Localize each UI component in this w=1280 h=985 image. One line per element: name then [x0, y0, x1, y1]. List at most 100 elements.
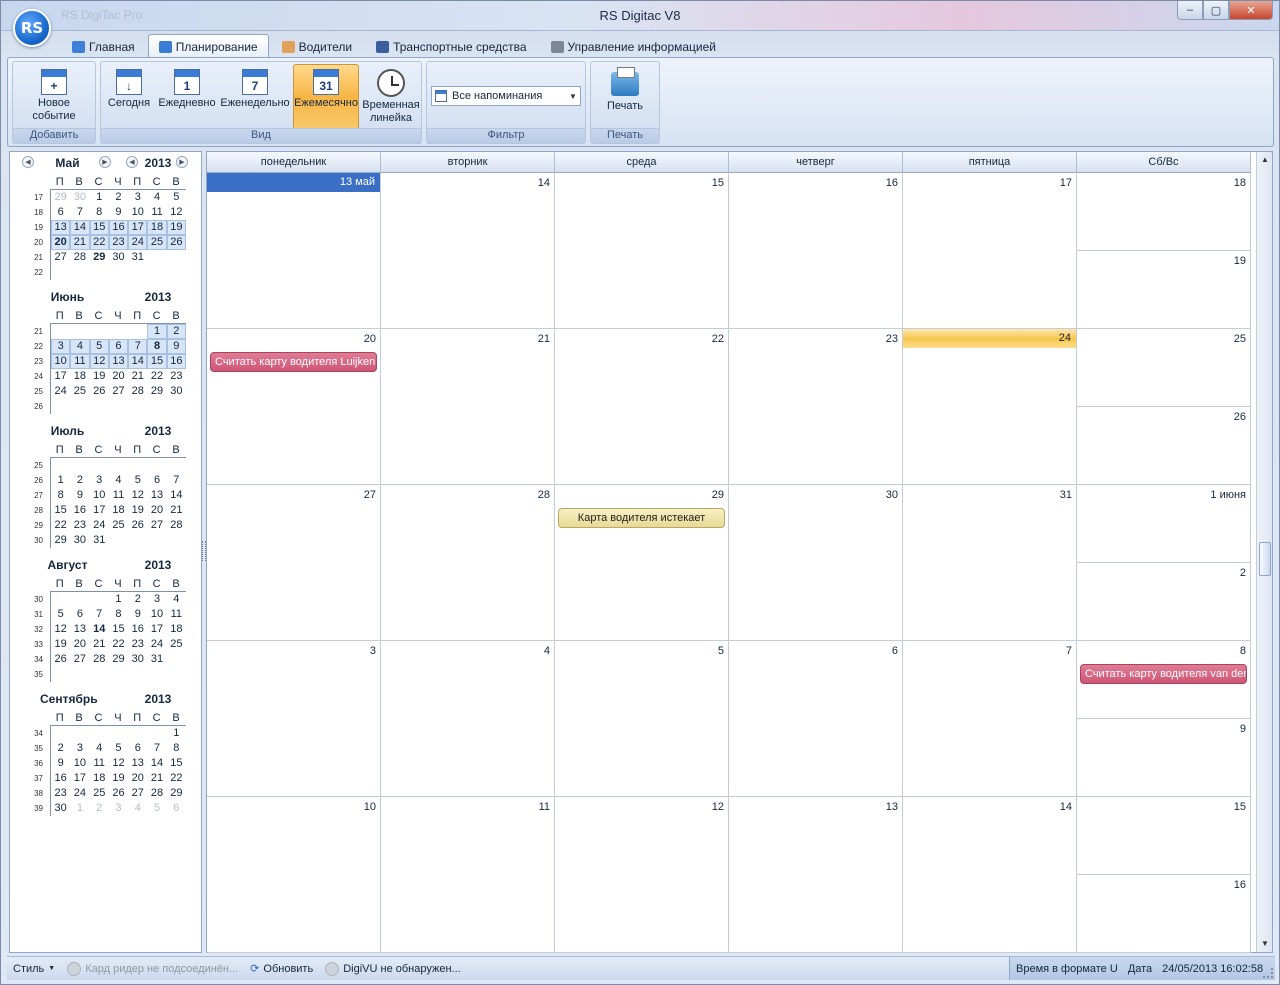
- mini-day[interactable]: 3: [90, 473, 109, 488]
- mini-day[interactable]: 11: [109, 488, 128, 503]
- mini-day[interactable]: 28: [147, 786, 166, 801]
- day-cell[interactable]: 4: [381, 641, 555, 797]
- mini-day[interactable]: 19: [90, 369, 109, 384]
- day-cell[interactable]: 10: [207, 797, 381, 953]
- mini-day[interactable]: 24: [90, 518, 109, 533]
- mini-day[interactable]: 16: [128, 622, 147, 637]
- mini-day[interactable]: 4: [70, 339, 90, 354]
- mini-day[interactable]: 4: [128, 801, 147, 816]
- mini-day[interactable]: 16: [108, 220, 129, 235]
- mini-day[interactable]: 1: [70, 801, 89, 816]
- mini-day[interactable]: 12: [109, 756, 128, 771]
- mini-day[interactable]: 16: [70, 503, 89, 518]
- tab-vehicles[interactable]: Транспортные средства: [365, 34, 537, 58]
- mini-day[interactable]: 20: [51, 235, 71, 250]
- daily-button[interactable]: 1 Ежедневно: [157, 64, 217, 128]
- mini-day[interactable]: 17: [90, 503, 109, 518]
- mini-day[interactable]: 19: [51, 637, 70, 652]
- weekly-button[interactable]: 7 Еженедельно: [219, 64, 291, 128]
- style-menu[interactable]: Стиль ▼: [7, 957, 61, 980]
- saturday-cell[interactable]: 18: [1077, 173, 1251, 251]
- mini-day[interactable]: 14: [167, 488, 186, 503]
- day-cell[interactable]: 23: [729, 329, 903, 485]
- mini-day[interactable]: 5: [51, 607, 70, 622]
- mini-day[interactable]: 23: [108, 235, 129, 250]
- mini-day[interactable]: 10: [147, 607, 166, 622]
- mini-day[interactable]: 2: [51, 741, 70, 756]
- mini-day[interactable]: 2: [70, 473, 89, 488]
- sunday-cell[interactable]: 2: [1077, 563, 1251, 641]
- mini-day[interactable]: 27: [128, 786, 147, 801]
- day-cell[interactable]: 12: [555, 797, 729, 953]
- mini-day[interactable]: 8: [90, 205, 109, 220]
- saturday-cell[interactable]: 25: [1077, 329, 1251, 407]
- mini-day[interactable]: 11: [90, 756, 109, 771]
- mini-day[interactable]: 29: [90, 250, 109, 265]
- day-cell[interactable]: 14: [903, 797, 1077, 953]
- mini-day[interactable]: 21: [90, 637, 109, 652]
- mini-day[interactable]: 26: [109, 786, 128, 801]
- mini-day[interactable]: 29: [51, 190, 70, 205]
- mini-day[interactable]: 19: [128, 503, 147, 518]
- mini-day[interactable]: 10: [70, 756, 89, 771]
- mini-day[interactable]: 3: [70, 741, 89, 756]
- mini-day[interactable]: 22: [89, 235, 109, 250]
- mini-day[interactable]: 13: [108, 354, 129, 369]
- mini-day[interactable]: 21: [128, 369, 147, 384]
- mini-day[interactable]: 7: [167, 473, 186, 488]
- mini-day[interactable]: 13: [51, 220, 71, 235]
- mini-day[interactable]: 23: [128, 637, 147, 652]
- mini-day[interactable]: 4: [167, 592, 186, 607]
- monthly-button[interactable]: 31 Ежемесячно: [293, 64, 359, 130]
- scroll-down-icon[interactable]: ▼: [1257, 936, 1273, 952]
- mini-day[interactable]: 25: [109, 518, 128, 533]
- mini-day[interactable]: 16: [51, 771, 70, 786]
- mini-day[interactable]: 29: [167, 786, 186, 801]
- mini-day[interactable]: 30: [70, 533, 89, 548]
- mini-day[interactable]: 24: [128, 235, 148, 250]
- next-year-icon[interactable]: ▶: [176, 156, 188, 168]
- mini-day[interactable]: 20: [109, 369, 128, 384]
- maximize-button[interactable]: ▢: [1203, 1, 1229, 20]
- new-event-button[interactable]: + Новое событие: [15, 64, 93, 128]
- mini-day[interactable]: 5: [89, 339, 109, 354]
- mini-day[interactable]: 26: [51, 652, 70, 667]
- day-cell[interactable]: 17: [903, 173, 1077, 329]
- mini-day[interactable]: 24: [70, 786, 89, 801]
- mini-day[interactable]: 31: [128, 250, 147, 265]
- sunday-cell[interactable]: 26: [1077, 407, 1251, 485]
- resize-grip-icon[interactable]: [1263, 968, 1273, 978]
- mini-day[interactable]: 16: [166, 354, 186, 369]
- mini-day[interactable]: 17: [70, 771, 89, 786]
- mini-day[interactable]: 21: [70, 235, 90, 250]
- mini-day[interactable]: 22: [147, 369, 166, 384]
- tab-home[interactable]: Главная: [61, 34, 146, 58]
- mini-day[interactable]: 1: [90, 190, 109, 205]
- mini-day[interactable]: 1: [147, 324, 167, 339]
- mini-day[interactable]: 15: [51, 503, 70, 518]
- mini-day[interactable]: 14: [147, 756, 166, 771]
- mini-day[interactable]: 30: [70, 190, 89, 205]
- day-cell[interactable]: 13: [729, 797, 903, 953]
- day-cell[interactable]: 13 май: [207, 173, 381, 329]
- mini-day[interactable]: 27: [147, 518, 166, 533]
- mini-day[interactable]: 9: [70, 488, 89, 503]
- saturday-cell[interactable]: 1 июня: [1077, 485, 1251, 563]
- mini-day[interactable]: 9: [128, 607, 147, 622]
- mini-day[interactable]: 28: [70, 250, 89, 265]
- mini-day[interactable]: 21: [147, 771, 166, 786]
- mini-day[interactable]: 17: [128, 220, 148, 235]
- mini-day[interactable]: 31: [90, 533, 109, 548]
- print-button[interactable]: Печать: [595, 64, 655, 128]
- mini-day[interactable]: 15: [109, 622, 128, 637]
- mini-day[interactable]: 6: [70, 607, 89, 622]
- mini-day[interactable]: 27: [109, 384, 128, 399]
- scroll-thumb[interactable]: [1259, 542, 1271, 576]
- mini-day[interactable]: 6: [167, 801, 186, 816]
- day-cell[interactable]: 14: [381, 173, 555, 329]
- mini-day[interactable]: 12: [51, 622, 70, 637]
- mini-day[interactable]: 25: [90, 786, 109, 801]
- mini-day[interactable]: 17: [147, 622, 166, 637]
- close-button[interactable]: ✕: [1229, 1, 1273, 20]
- tab-planning[interactable]: Планирование: [147, 34, 269, 58]
